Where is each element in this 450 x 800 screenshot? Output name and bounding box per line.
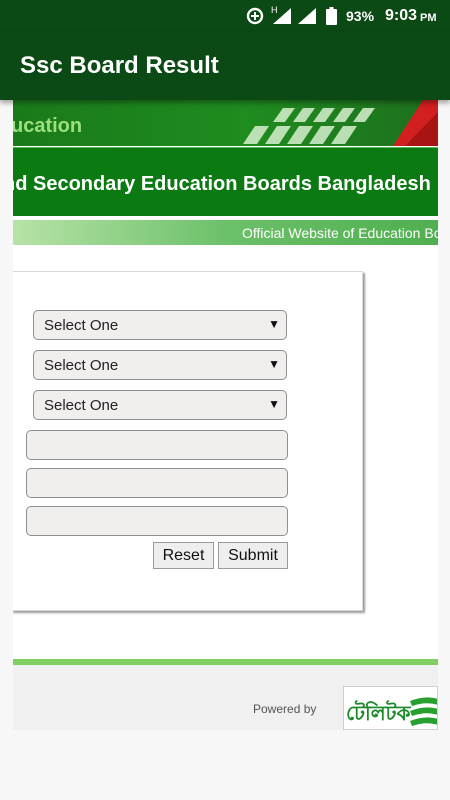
board-select-value: Select One bbox=[44, 397, 119, 414]
teletalk-logo-text: টেলিটক bbox=[346, 703, 411, 725]
submit-button[interactable]: Submit bbox=[218, 542, 288, 569]
clock-ampm: PM bbox=[420, 11, 437, 24]
banner-graphic bbox=[243, 100, 438, 146]
data-saver-icon bbox=[246, 0, 264, 32]
site-header: nd Secondary Education Boards Bangladesh bbox=[13, 147, 438, 216]
site-header-title: nd Secondary Education Boards Bangladesh bbox=[13, 173, 431, 195]
result-form: Select One ▼ Select One ▼ Select One ▼ R… bbox=[13, 271, 363, 611]
site-banner: ucation bbox=[13, 100, 438, 146]
webview[interactable]: ucation nd Secondary Education Boards Ba… bbox=[13, 100, 438, 730]
status-bar: H 93% 9:03 PM bbox=[0, 0, 450, 32]
year-select[interactable]: Select One ▼ bbox=[33, 350, 287, 380]
powered-by-label: Powered by bbox=[253, 702, 317, 716]
captcha-input[interactable] bbox=[26, 506, 288, 536]
dropdown-arrow-icon: ▼ bbox=[268, 317, 280, 331]
dropdown-arrow-icon: ▼ bbox=[268, 357, 280, 371]
teletalk-swoosh-icon bbox=[410, 697, 437, 726]
exam-select[interactable]: Select One ▼ bbox=[33, 310, 287, 340]
battery-icon bbox=[326, 0, 337, 32]
battery-percent: 93% bbox=[346, 8, 375, 24]
year-select-value: Select One bbox=[44, 357, 119, 374]
app-bar: Ssc Board Result bbox=[0, 32, 450, 100]
reset-button[interactable]: Reset bbox=[153, 542, 214, 569]
exam-select-value: Select One bbox=[44, 317, 119, 334]
clock: 9:03 PM bbox=[385, 0, 437, 32]
ticker-text: Official Website of Education Bo bbox=[242, 225, 438, 241]
site-footer: Powered by টেলিটক bbox=[13, 665, 438, 730]
clock-time: 9:03 bbox=[385, 7, 418, 24]
signal-icon bbox=[271, 0, 293, 32]
banner-text: ucation bbox=[13, 115, 83, 137]
signal-icon bbox=[297, 0, 317, 32]
board-select[interactable]: Select One ▼ bbox=[33, 390, 287, 420]
app-title: Ssc Board Result bbox=[20, 52, 219, 79]
marquee-ticker: Official Website of Education Bo bbox=[13, 220, 438, 245]
registration-input[interactable] bbox=[26, 468, 288, 498]
dropdown-arrow-icon: ▼ bbox=[268, 397, 280, 411]
roll-input[interactable] bbox=[26, 430, 288, 460]
teletalk-logo[interactable]: টেলিটক bbox=[343, 686, 438, 730]
